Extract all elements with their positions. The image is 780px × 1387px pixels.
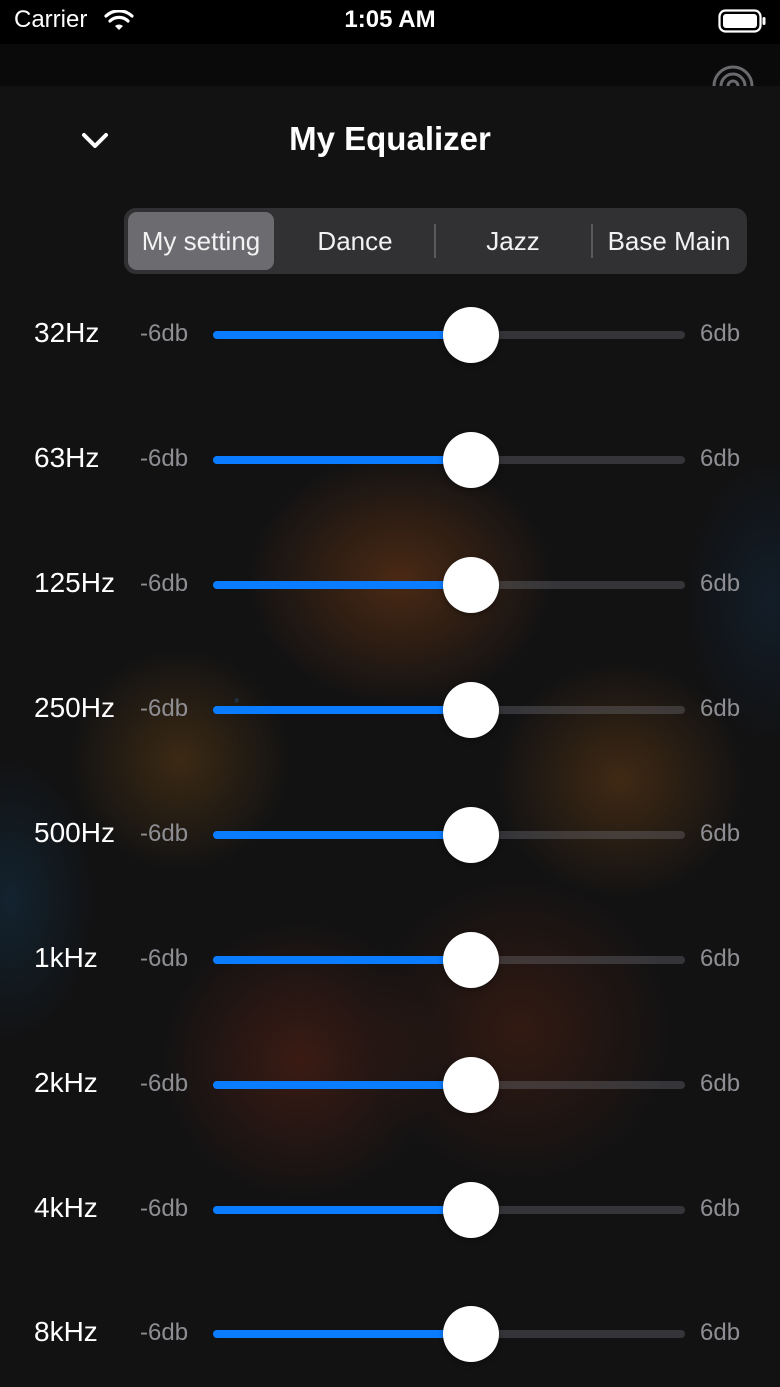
segment-divider	[591, 224, 593, 258]
preset-dance[interactable]: Dance	[280, 212, 430, 270]
band-label: 2kHz	[34, 1067, 98, 1098]
underlying-screen	[0, 44, 780, 86]
band-slider-4khz[interactable]	[213, 1182, 685, 1238]
band-label: 32Hz	[34, 317, 100, 348]
slider-thumb[interactable]	[443, 1057, 499, 1113]
cast-icon[interactable]	[708, 62, 758, 86]
slider-thumb[interactable]	[443, 682, 499, 738]
band-label: 250Hz	[34, 692, 115, 723]
max-db-label: 6db	[700, 945, 741, 972]
status-bar: Carrier 1:05 AM	[0, 0, 780, 44]
preset-segmented-control: My setting Dance Jazz Base Main	[124, 208, 747, 274]
slider-fill	[213, 331, 449, 339]
slider-thumb[interactable]	[443, 557, 499, 613]
preset-base-main[interactable]: Base Main	[594, 212, 744, 270]
slider-fill	[213, 706, 449, 714]
slider-thumb[interactable]	[443, 932, 499, 988]
band-row-32hz: 32Hz -6db 6db	[0, 305, 780, 365]
max-db-label: 6db	[700, 820, 741, 847]
preset-jazz[interactable]: Jazz	[438, 212, 588, 270]
max-db-label: 6db	[700, 570, 741, 597]
max-db-label: 6db	[700, 445, 741, 472]
min-db-label: -6db	[140, 820, 189, 847]
band-slider-125hz[interactable]	[213, 557, 685, 613]
band-slider-32hz[interactable]	[213, 307, 685, 363]
min-db-label: -6db	[140, 695, 189, 722]
band-label: 125Hz	[34, 567, 115, 598]
band-row-8khz: 8kHz -6db 6db	[0, 1304, 780, 1364]
band-label: 1kHz	[34, 942, 98, 973]
slider-fill	[213, 581, 449, 589]
slider-fill	[213, 1081, 449, 1089]
slider-thumb[interactable]	[443, 1306, 499, 1362]
slider-fill	[213, 1206, 449, 1214]
band-row-250hz: 250Hz -6db 6db	[0, 680, 780, 740]
min-db-label: -6db	[140, 1319, 189, 1346]
slider-thumb[interactable]	[443, 807, 499, 863]
band-slider-250hz[interactable]	[213, 682, 685, 738]
band-slider-500hz[interactable]	[213, 807, 685, 863]
slider-thumb[interactable]	[443, 307, 499, 363]
min-db-label: -6db	[140, 1195, 189, 1222]
page-title: My Equalizer	[289, 120, 491, 157]
slider-fill	[213, 1330, 449, 1338]
max-db-label: 6db	[700, 1195, 741, 1222]
band-label: 4kHz	[34, 1192, 98, 1223]
band-slider-1khz[interactable]	[213, 932, 685, 988]
slider-thumb[interactable]	[443, 432, 499, 488]
max-db-label: 6db	[700, 695, 741, 722]
min-db-label: -6db	[140, 1070, 189, 1097]
band-row-500hz: 500Hz -6db 6db	[0, 805, 780, 865]
slider-fill	[213, 831, 449, 839]
min-db-label: -6db	[140, 945, 189, 972]
max-db-label: 6db	[700, 320, 741, 347]
band-row-4khz: 4kHz -6db 6db	[0, 1180, 780, 1240]
slider-fill	[213, 956, 449, 964]
min-db-label: -6db	[140, 570, 189, 597]
band-row-125hz: 125Hz -6db 6db	[0, 555, 780, 615]
band-label: 63Hz	[34, 442, 100, 473]
band-slider-63hz[interactable]	[213, 432, 685, 488]
status-time: 1:05 AM	[344, 6, 436, 33]
min-db-label: -6db	[140, 445, 189, 472]
max-db-label: 6db	[700, 1070, 741, 1097]
preset-my-setting[interactable]: My setting	[128, 212, 274, 270]
max-db-label: 6db	[700, 1319, 741, 1346]
band-label: 8kHz	[34, 1316, 98, 1347]
band-row-63hz: 63Hz -6db 6db	[0, 430, 780, 490]
battery-icon	[718, 9, 766, 33]
band-label: 500Hz	[34, 817, 115, 848]
slider-fill	[213, 456, 449, 464]
band-row-2khz: 2kHz -6db 6db	[0, 1055, 780, 1115]
band-slider-8khz[interactable]	[213, 1306, 685, 1362]
min-db-label: -6db	[140, 320, 189, 347]
segment-divider	[434, 224, 436, 258]
slider-thumb[interactable]	[443, 1182, 499, 1238]
band-slider-2khz[interactable]	[213, 1057, 685, 1113]
band-row-1khz: 1kHz -6db 6db	[0, 930, 780, 990]
